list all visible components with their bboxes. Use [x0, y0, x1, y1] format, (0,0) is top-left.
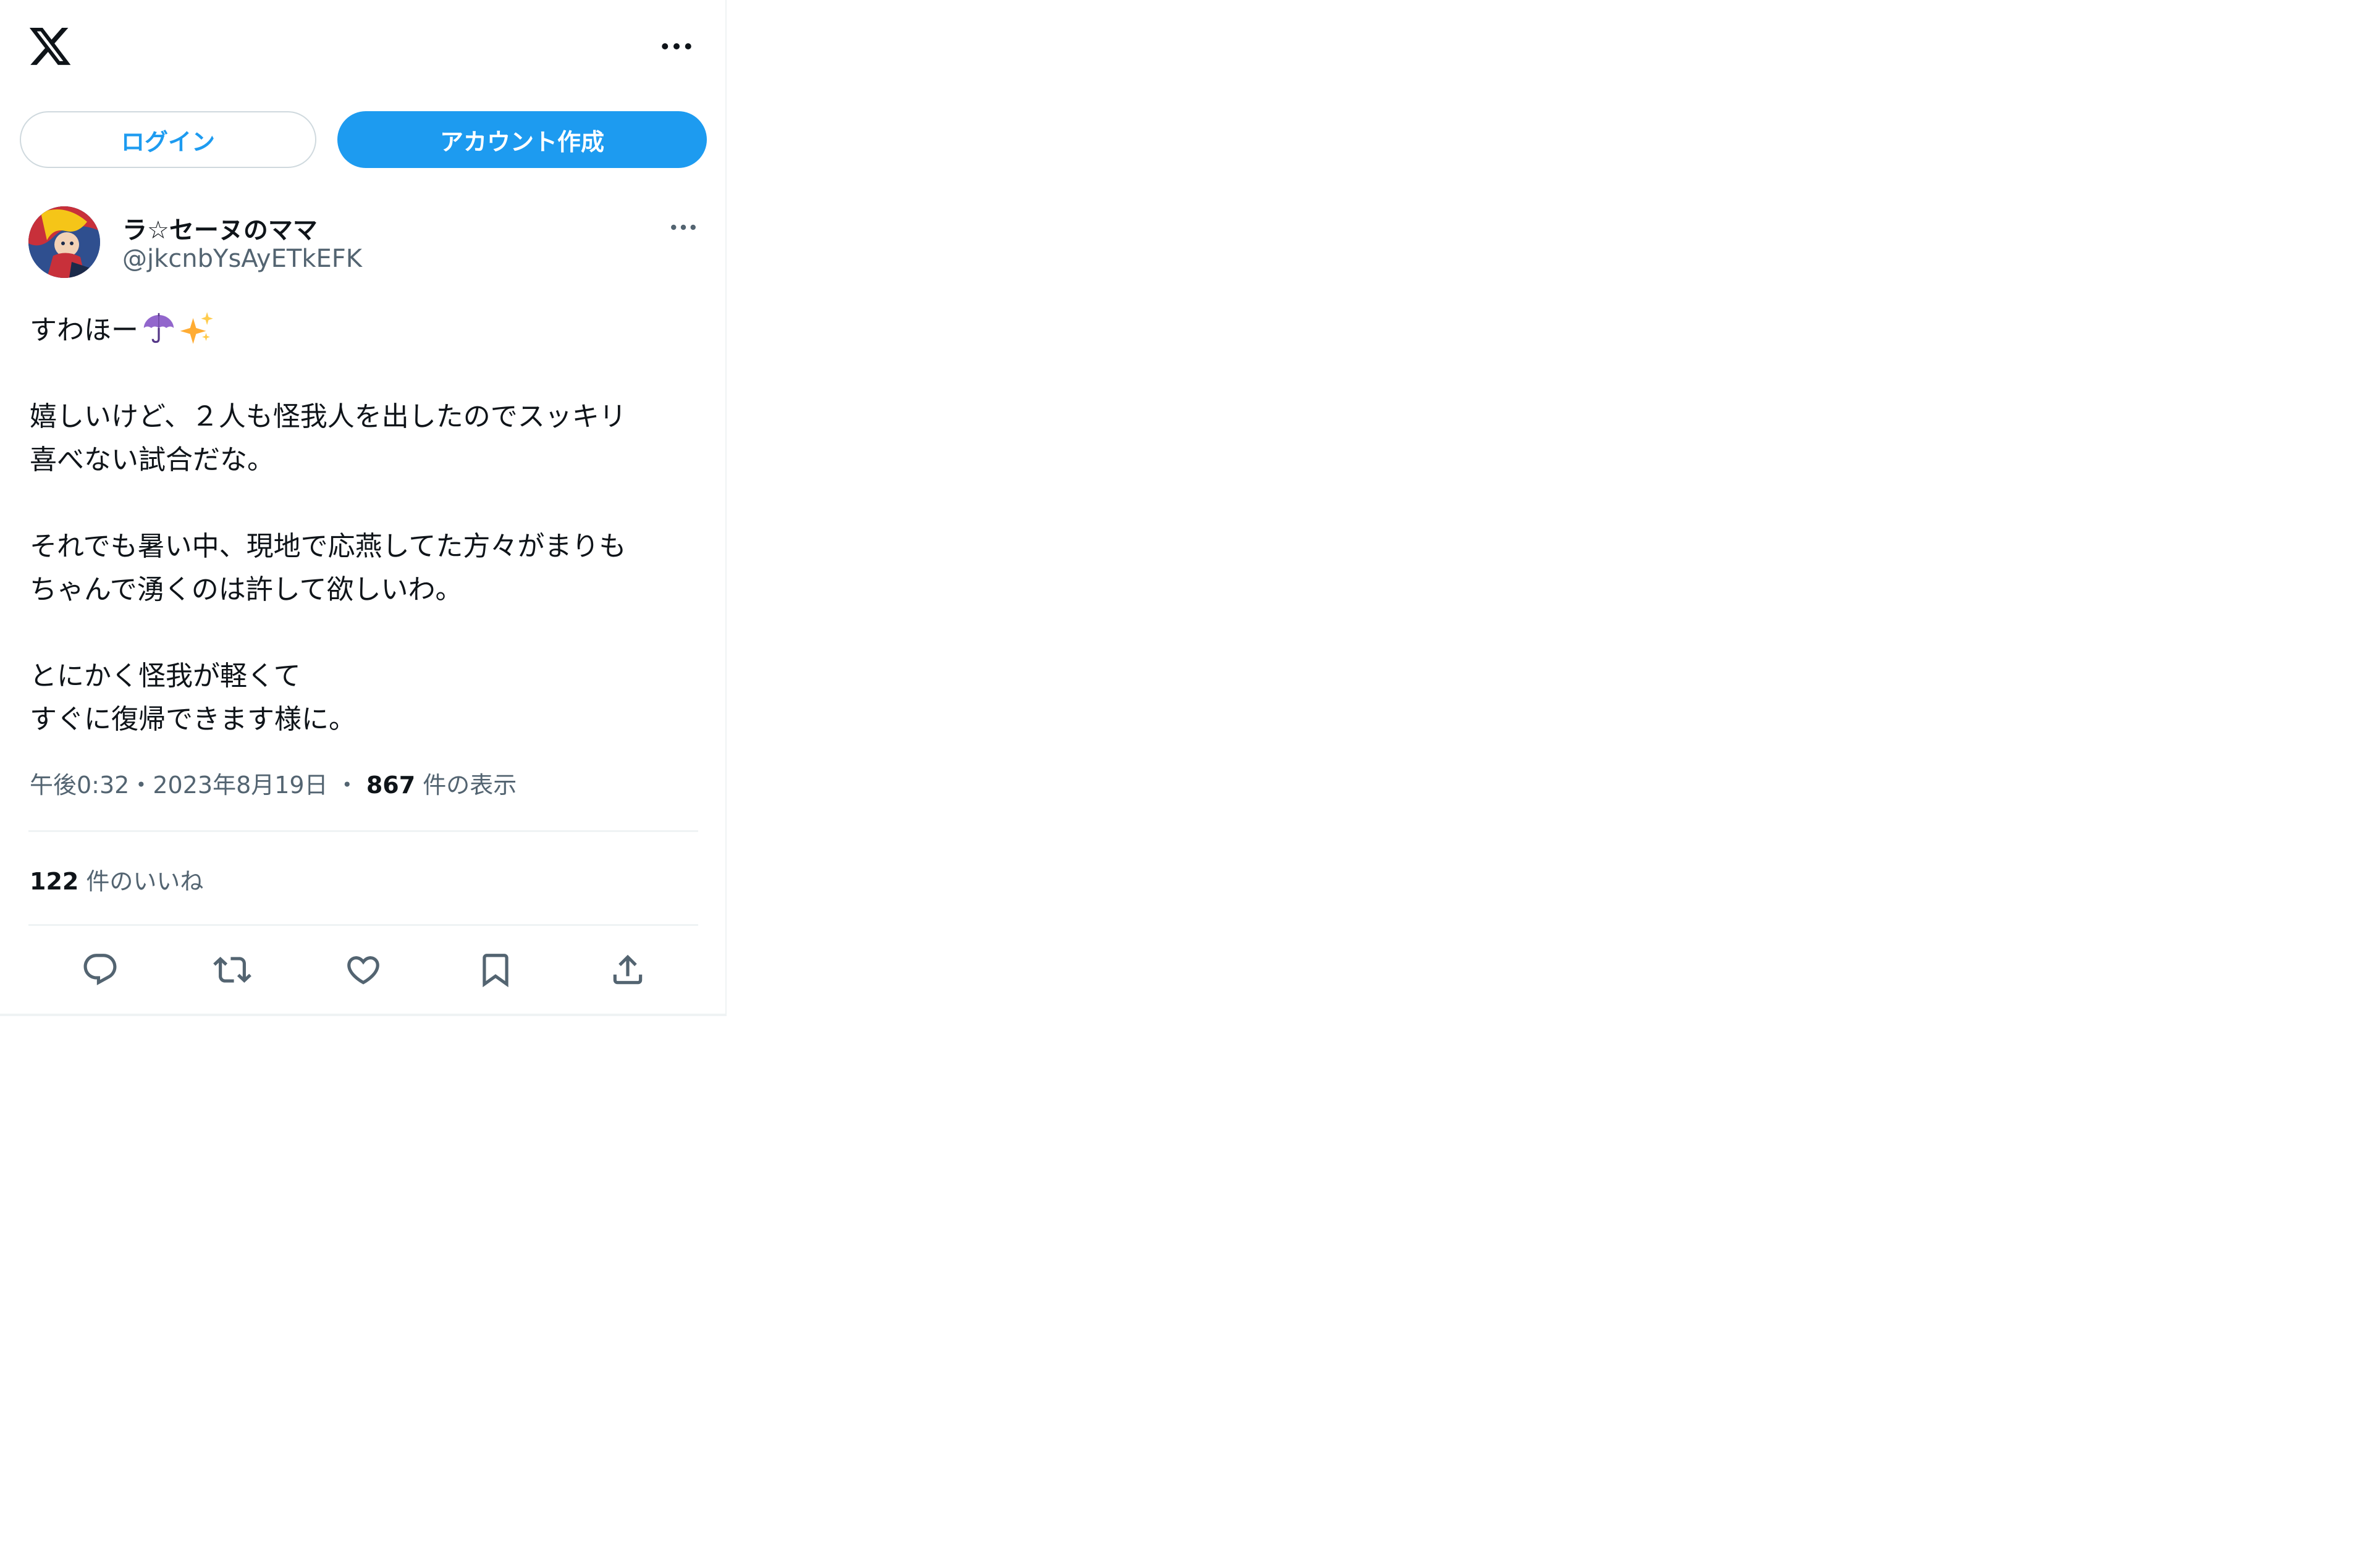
share-icon[interactable] [603, 945, 652, 994]
retweet-icon[interactable] [208, 945, 257, 994]
tweet-line-blank [30, 612, 703, 655]
tweet-more-icon[interactable] [665, 215, 702, 240]
tweet-actions [28, 939, 698, 1001]
x-logo-icon[interactable] [27, 23, 73, 69]
tweet-line-text: すわほー [30, 314, 138, 346]
reply-icon[interactable] [75, 945, 125, 994]
like-icon[interactable] [339, 945, 388, 994]
views-count: 867 [366, 771, 416, 799]
auth-buttons: ログイン アカウント作成 [20, 111, 707, 168]
divider [28, 830, 698, 832]
meta-separator: ・ [335, 771, 359, 799]
login-button[interactable]: ログイン [20, 111, 316, 168]
tweet-line-blank [30, 352, 703, 395]
tweet-page-column: ログイン アカウント作成 ラ☆セーヌのママ @jkcnbYsAyETkEFK す… [0, 0, 727, 1016]
sparkles-icon [179, 310, 215, 346]
author-display-name[interactable]: ラ☆セーヌのママ [122, 210, 318, 246]
tweet-line: とにかく怪我が軽くて [30, 660, 301, 692]
bookmark-icon[interactable] [471, 945, 520, 994]
author-handle[interactable]: @jkcnbYsAyETkEFK [122, 245, 362, 273]
tweet-line: 嬉しいけど、２人も怪我人を出したのでスッキリ [30, 401, 627, 432]
meta-separator: ・ [129, 771, 153, 799]
create-account-button[interactable]: アカウント作成 [337, 111, 707, 168]
tweet-text: すわほー 嬉しいけど、２人も怪我人を出したのでスッキリ 喜べない試合だな。 それ… [30, 309, 703, 741]
tweet-date[interactable]: 2023年8月19日 [153, 771, 327, 799]
divider [28, 924, 698, 926]
tweet-time[interactable]: 午後0:32 [30, 771, 129, 799]
likes-label: 件のいいね [86, 868, 204, 895]
tweet-line: すぐに復帰できます様に。 [30, 704, 356, 735]
tweet-author: ラ☆セーヌのママ @jkcnbYsAyETkEFK [28, 206, 702, 280]
tweet-meta: 午後0:32・2023年8月19日 ・ 867 件の表示 [30, 766, 517, 800]
likes-summary[interactable]: 122 件のいいね [30, 862, 203, 896]
tweet-line: ちゃんで湧くのは許して欲しいわ。 [30, 574, 463, 605]
top-bar [0, 0, 727, 93]
more-horizontal-icon[interactable] [655, 32, 698, 61]
tweet-line: それでも暑い中、現地で応燕してた方々がまりも [30, 531, 627, 562]
likes-count: 122 [30, 868, 79, 895]
tweet-line: 喜べない試合だな。 [30, 444, 274, 476]
tweet-line-blank [30, 482, 703, 525]
tweet-line: すわほー [30, 309, 703, 352]
umbrella-icon [141, 310, 177, 346]
views-label: 件の表示 [423, 771, 517, 799]
avatar[interactable] [28, 206, 100, 278]
